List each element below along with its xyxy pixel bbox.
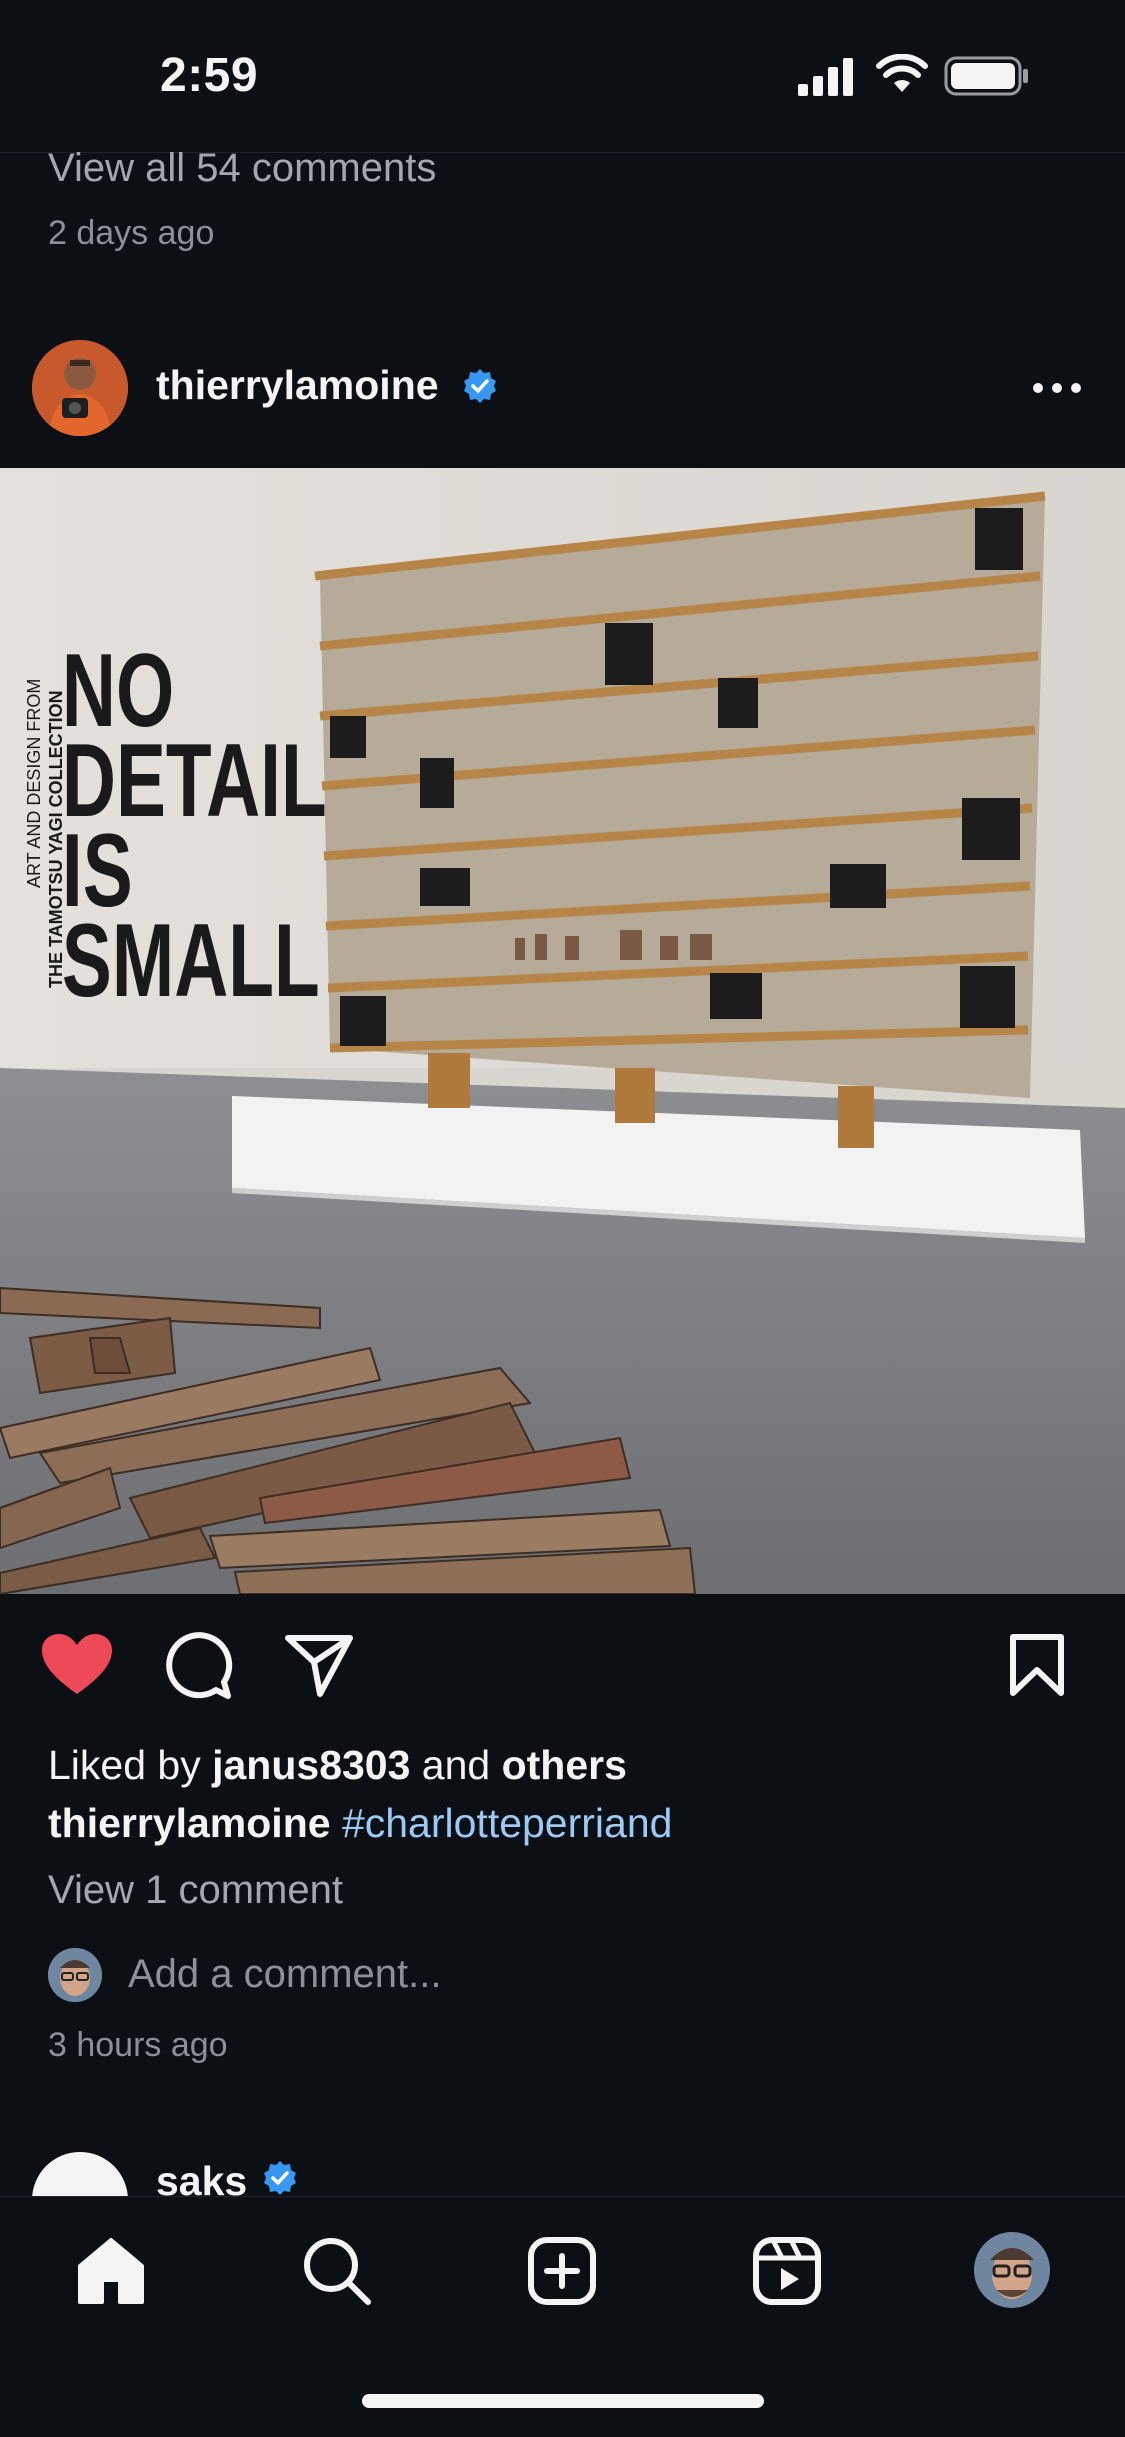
view-all-comments-link[interactable]: View all 54 comments <box>48 146 436 191</box>
post-author-avatar[interactable] <box>32 340 128 436</box>
wall-text-small: SMALL <box>62 903 320 1019</box>
home-icon[interactable] <box>76 2236 146 2306</box>
status-time: 2:59 <box>160 49 259 102</box>
view-comments-link[interactable]: View 1 comment <box>48 1868 343 1913</box>
wall-text-line-1: ART AND DESIGN FROM <box>24 679 44 888</box>
bookmark-icon[interactable] <box>1008 1632 1066 1698</box>
reels-icon[interactable] <box>752 2236 822 2306</box>
create-post-icon[interactable] <box>527 2236 597 2306</box>
post-username[interactable]: thierrylamoine <box>156 362 439 409</box>
post-photo[interactable]: ART AND DESIGN FROM THE TAMOTSU YAGI COL… <box>0 468 1125 1594</box>
cellular-signal-icon <box>798 58 853 96</box>
previous-post-time: 2 days ago <box>48 214 215 252</box>
liked-by-username: janus8303 <box>212 1742 411 1788</box>
post-caption: thierrylamoine #charlotteperriand <box>48 1800 672 1847</box>
battery-icon <box>944 56 1028 96</box>
profile-avatar[interactable] <box>974 2232 1050 2308</box>
current-user-avatar <box>48 1948 102 2002</box>
verified-badge-icon <box>264 2161 296 2195</box>
liked-by-text[interactable]: Liked by janus8303 and others <box>48 1742 627 1789</box>
wifi-icon <box>876 54 928 92</box>
home-indicator <box>362 2394 764 2408</box>
more-options-icon[interactable] <box>1032 382 1082 394</box>
add-comment-input[interactable]: Add a comment... <box>128 1952 441 1997</box>
like-heart-icon[interactable] <box>40 1632 114 1698</box>
caption-hashtag[interactable]: #charlotteperriand <box>342 1800 672 1846</box>
liked-by-others: others <box>501 1742 627 1788</box>
verified-badge-icon <box>464 369 496 403</box>
caption-username[interactable]: thierrylamoine <box>48 1800 331 1846</box>
comment-icon[interactable] <box>164 1632 234 1700</box>
share-icon[interactable] <box>284 1632 354 1698</box>
post-time: 3 hours ago <box>48 2026 228 2064</box>
search-icon[interactable] <box>302 2236 372 2306</box>
